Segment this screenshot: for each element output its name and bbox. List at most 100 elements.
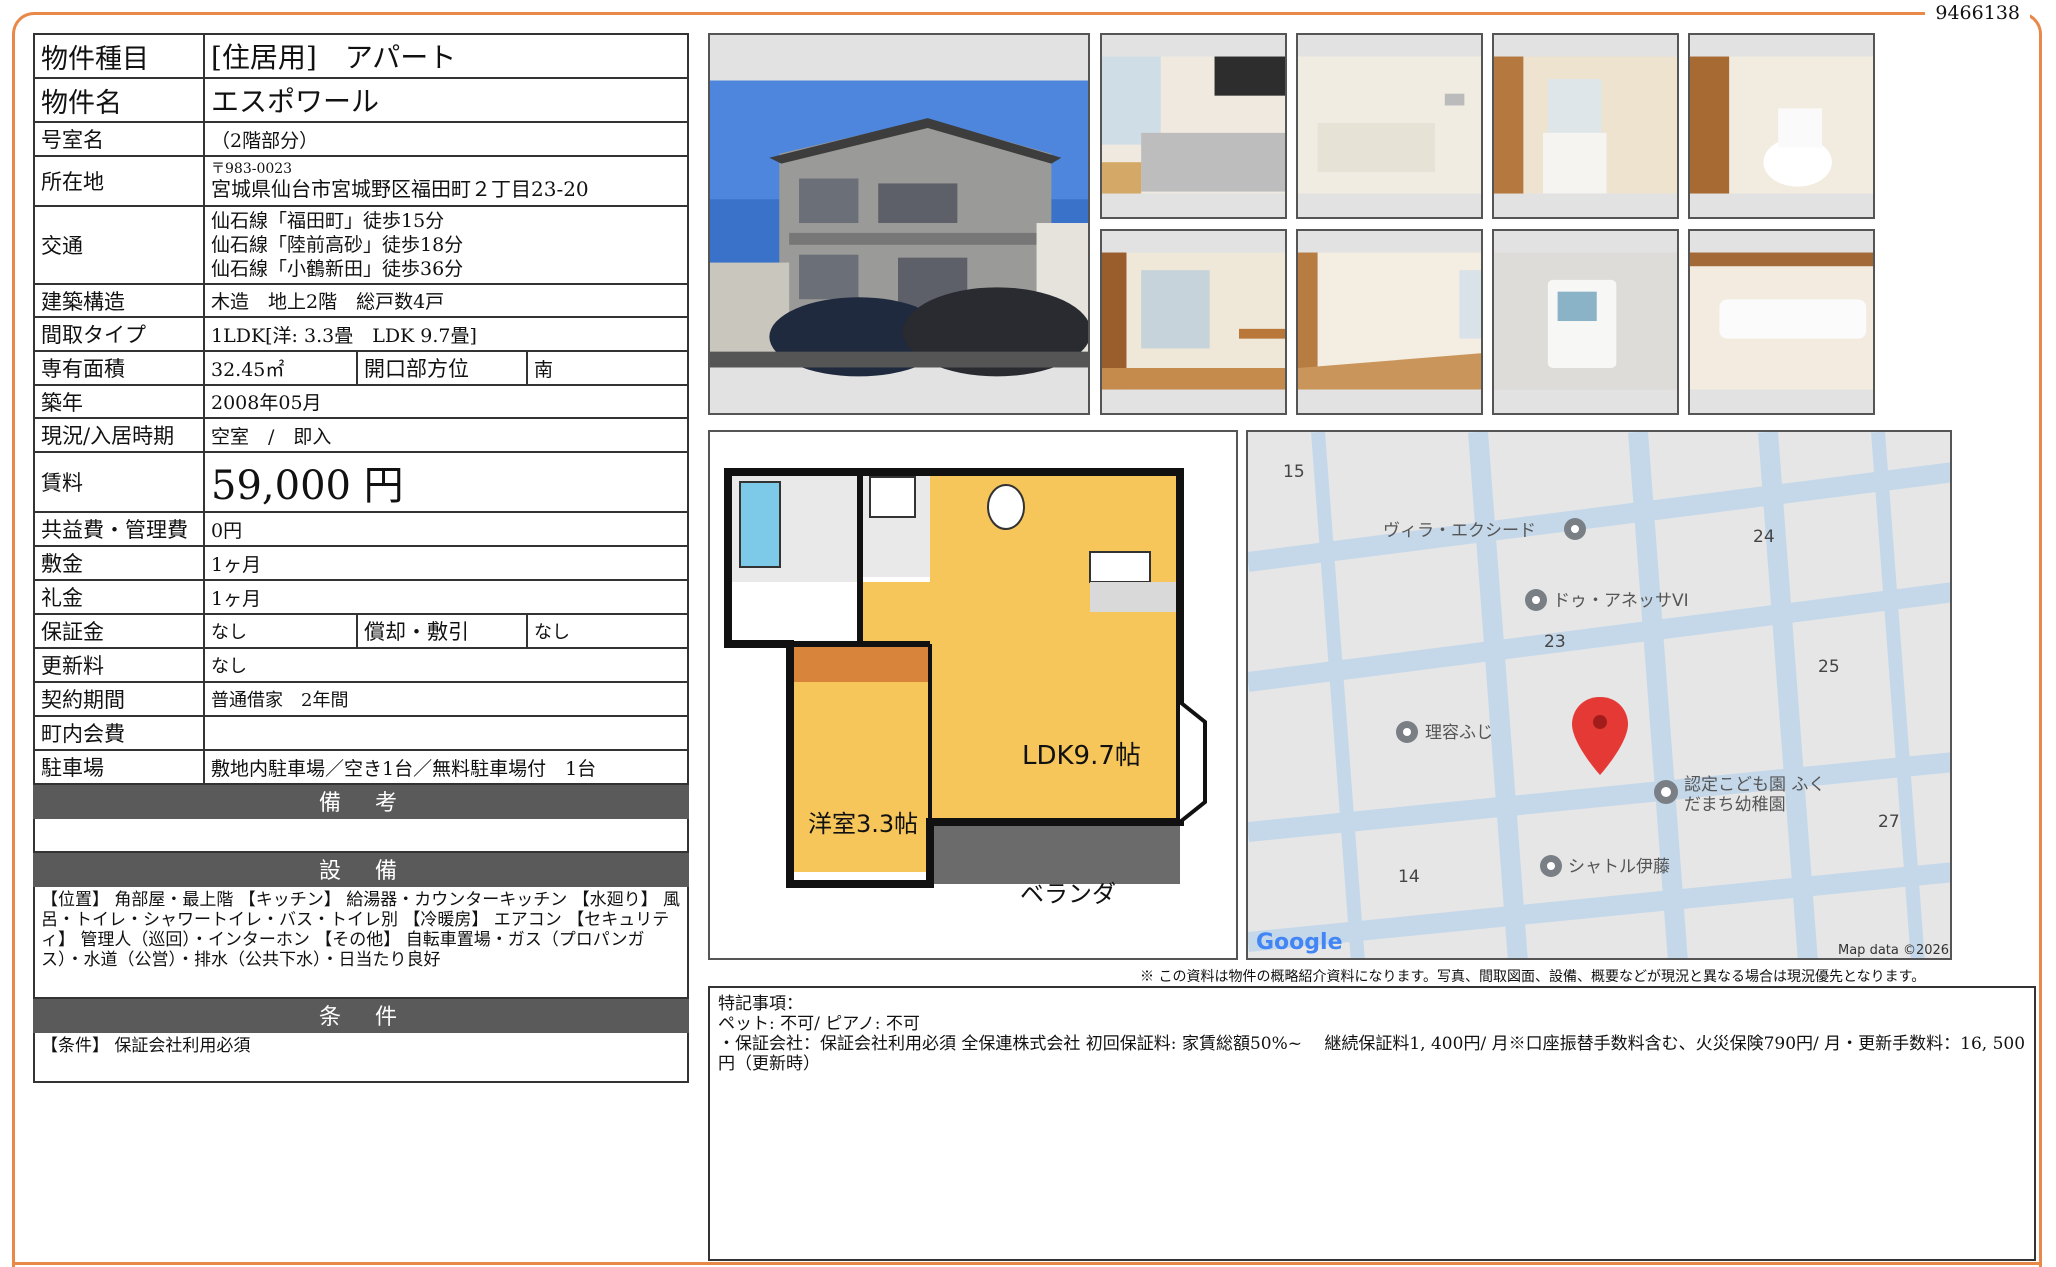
value: なし xyxy=(202,647,690,683)
value: 空室 / 即入 xyxy=(202,417,690,453)
kitchen-photo xyxy=(1100,33,1287,219)
map-attribution: Map data ©2026 xyxy=(1838,943,1949,958)
place-label[interactable]: シャトル伊藤 xyxy=(1568,857,1670,877)
notes-title: 特記事項： xyxy=(718,994,803,1014)
equipment-row: 【位置】 角部屋・最上階 【キッチン】 給湯器・カウンターキッチン 【水廻り】 … xyxy=(32,885,690,999)
ldk-label: LDK9.7帖 xyxy=(1022,741,1141,771)
label: 建築構造 xyxy=(33,283,205,318)
row-guarantee: 保証金 なし 償却・敷引 なし xyxy=(33,613,690,649)
value: 1ヶ月 xyxy=(202,579,690,615)
block-number: 24 xyxy=(1753,527,1775,547)
equipment-header-row: 設 備 xyxy=(32,851,690,887)
value: （2階部分） xyxy=(202,121,690,157)
remarks-header-row: 備 考 xyxy=(32,783,690,819)
value: 普通借家 2年間 xyxy=(202,681,690,717)
row-name: 物件名 エスポワール xyxy=(33,77,690,123)
conditions-row: 【条件】 保証会社利用必須 xyxy=(32,1031,690,1083)
label: 所在地 xyxy=(33,155,205,207)
label: 開口部方位 xyxy=(356,350,528,386)
label: 礼金 xyxy=(33,579,205,615)
label: 間取タイプ xyxy=(33,316,205,352)
notes-line: ・保証会社：保証会社利用必須 全保連株式会社 初回保証料: 家賃総額50%~ 継… xyxy=(718,1034,2026,1074)
label: 専有面積 xyxy=(33,350,205,386)
place-label[interactable]: ドゥ・アネッサVI xyxy=(1553,591,1689,611)
floor-plan: LDK9.7帖 洋室3.3帖 ベランダ xyxy=(708,430,1238,960)
value: なし xyxy=(203,613,358,649)
washroom-photo xyxy=(1492,33,1679,219)
label: 保証金 xyxy=(33,613,205,649)
row-area: 専有面積 32.45㎡ 開口部方位 南 xyxy=(33,350,690,386)
row-parking: 駐車場 敷地内駐車場／空き1台／無料駐車場付 1台 xyxy=(33,749,690,785)
value: 1ヶ月 xyxy=(202,545,690,581)
equipment-header: 設 備 xyxy=(32,851,690,887)
remarks-row xyxy=(32,817,690,853)
row-deposit: 敷金 1ヶ月 xyxy=(33,545,690,581)
remarks-text xyxy=(32,817,690,853)
row-address: 所在地 〒983-0023 宮城県仙台市宮城野区福田町２丁目23-20 xyxy=(33,155,690,207)
ldk-photo xyxy=(1100,229,1287,415)
value: 木造 地上2階 総戸数4戸 xyxy=(202,283,690,318)
place-marker-icon[interactable] xyxy=(1564,518,1586,540)
conditions-header-row: 条 件 xyxy=(32,997,690,1033)
place-marker-icon[interactable] xyxy=(1525,589,1547,611)
label: 号室名 xyxy=(33,121,205,157)
row-status: 現況/入居時期 空室 / 即入 xyxy=(33,417,690,453)
zip-code: 〒983-0023 xyxy=(211,161,293,177)
value: 0円 xyxy=(202,511,690,547)
label: 契約期間 xyxy=(33,681,205,717)
block-number: 23 xyxy=(1544,632,1566,652)
value: 2008年05月 xyxy=(202,384,690,419)
western-room-label: 洋室3.3帖 xyxy=(808,810,918,838)
google-logo: Google xyxy=(1256,930,1343,955)
value: [住居用] アパート xyxy=(202,33,690,79)
document-id: 9466138 xyxy=(1925,2,2030,24)
row-built: 築年 2008年05月 xyxy=(33,384,690,419)
row-renewal: 更新料 なし xyxy=(33,647,690,683)
row-rent: 賃料 59,000 円 xyxy=(33,451,690,513)
value: 〒983-0023 宮城県仙台市宮城野区福田町２丁目23-20 xyxy=(202,155,690,207)
western-room-photo xyxy=(1296,229,1483,415)
row-key-money: 礼金 1ヶ月 xyxy=(33,579,690,615)
label: 物件名 xyxy=(33,77,205,123)
conditions-header: 条 件 xyxy=(32,997,690,1033)
place-label[interactable]: ヴィラ・エクシード xyxy=(1383,521,1536,541)
block-number: 15 xyxy=(1283,462,1305,482)
school-marker-icon[interactable] xyxy=(1654,780,1678,804)
block-number: 25 xyxy=(1818,657,1840,677)
location-map[interactable]: 15 24 23 25 27 14 ヴィラ・エクシード ドゥ・アネッサVI 理容… xyxy=(1246,430,1952,960)
intercom-photo xyxy=(1492,229,1679,415)
row-type: 物件種目 [住居用] アパート xyxy=(33,33,690,79)
remarks-header: 備 考 xyxy=(32,783,690,819)
place-marker-icon[interactable] xyxy=(1396,721,1418,743)
disclaimer: ※ この資料は物件の概略紹介資料になります。写真、間取図面、設備、概要などが現況… xyxy=(1140,969,1926,985)
place-label[interactable]: 認定こども園 ふく xyxy=(1684,775,1825,795)
access-line: 仙石線「陸前高砂」徒歩18分 xyxy=(211,234,464,256)
row-room: 号室名 （2階部分） xyxy=(33,121,690,157)
place-label[interactable]: 理容ふじ xyxy=(1425,723,1493,743)
notes-line: ペット: 不可/ ピアノ: 不可 xyxy=(718,1014,920,1034)
place-label[interactable]: だまち幼稚園 xyxy=(1684,795,1786,815)
air-conditioner-photo xyxy=(1688,229,1875,415)
label: 築年 xyxy=(33,384,205,419)
value: 32.45㎡ xyxy=(203,350,358,386)
property-spec-table: 物件種目 [住居用] アパート 物件名 エスポワール 号室名 （2階部分） 所在… xyxy=(32,33,690,1083)
row-structure: 建築構造 木造 地上2階 総戸数4戸 xyxy=(33,283,690,318)
toilet-photo xyxy=(1688,33,1875,219)
value: 1LDK[洋: 3.3畳 LDK 9.7畳] xyxy=(202,316,690,352)
row-access: 交通 仙石線「福田町」徒歩15分 仙石線「陸前高砂」徒歩18分 仙石線「小鶴新田… xyxy=(33,205,690,285)
label: 敷金 xyxy=(33,545,205,581)
row-common-fee: 共益費・管理費 0円 xyxy=(33,511,690,547)
conditions-text: 【条件】 保証会社利用必須 xyxy=(32,1031,690,1083)
label: 駐車場 xyxy=(33,749,205,785)
value: エスポワール xyxy=(202,77,690,123)
value xyxy=(202,715,690,751)
label: 共益費・管理費 xyxy=(33,511,205,547)
place-marker-icon[interactable] xyxy=(1540,855,1562,877)
access-line: 仙石線「小鶴新田」徒歩36分 xyxy=(211,258,464,280)
row-town-fee: 町内会費 xyxy=(33,715,690,751)
equipment-text: 【位置】 角部屋・最上階 【キッチン】 給湯器・カウンターキッチン 【水廻り】 … xyxy=(32,885,690,999)
value: 敷地内駐車場／空き1台／無料駐車場付 1台 xyxy=(202,749,690,785)
rent-value: 59,000 円 xyxy=(202,451,690,513)
label: 更新料 xyxy=(33,647,205,683)
veranda-label: ベランダ xyxy=(1020,880,1116,908)
